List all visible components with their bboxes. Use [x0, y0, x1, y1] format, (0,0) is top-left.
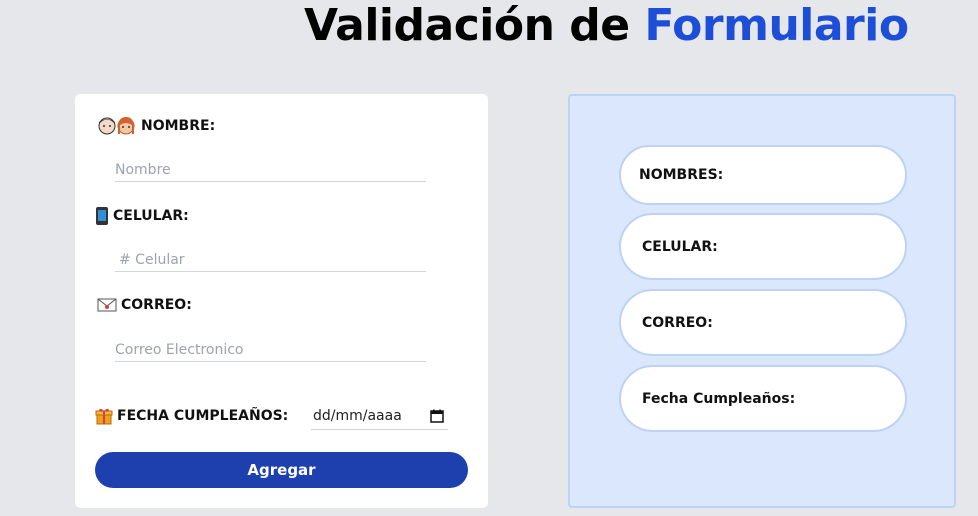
page-title-accent: Formulario [644, 0, 909, 51]
preview-birthday-card: Fecha Cumpleaños: [619, 365, 907, 432]
add-button[interactable]: Agregar [95, 452, 468, 488]
birthday-date-input[interactable]: dd/mm/aaaa [311, 402, 448, 430]
preview-birthday-label: Fecha Cumpleaños: [642, 390, 796, 407]
email-label-text: CORREO: [121, 297, 192, 313]
phone-input[interactable] [115, 248, 426, 272]
calendar-icon[interactable] [430, 409, 444, 427]
preview-panel: NOMBRES: CELULAR: CORREO: Fecha Cumpleañ… [568, 94, 956, 508]
preview-name-card: NOMBRES: [619, 145, 907, 205]
email-input[interactable] [115, 338, 426, 362]
gift-icon [95, 407, 113, 425]
birthday-date-value: dd/mm/aaaa [313, 407, 402, 424]
form-card: NOMBRE: CELULAR: CORREO: [75, 94, 488, 508]
phone-label: CELULAR: [95, 206, 189, 226]
envelope-icon [97, 297, 117, 313]
people-icon [97, 116, 137, 136]
phone-icon [95, 206, 109, 226]
name-label-text: NOMBRE: [141, 118, 216, 134]
preview-email-label: CORREO: [642, 314, 713, 331]
page-title-main: Validación de [304, 0, 630, 51]
phone-label-text: CELULAR: [113, 208, 189, 224]
preview-phone-label: CELULAR: [642, 238, 718, 255]
name-label: NOMBRE: [97, 116, 215, 136]
preview-phone-card: CELULAR: [619, 213, 907, 280]
name-input[interactable] [115, 158, 426, 182]
birthday-label-text: FECHA CUMPLEAÑOS: [117, 408, 289, 424]
email-label: CORREO: [97, 297, 192, 313]
preview-email-card: CORREO: [619, 289, 907, 356]
preview-name-label: NOMBRES: [639, 167, 724, 183]
birthday-label: FECHA CUMPLEAÑOS: [95, 407, 288, 425]
page-title: Validación de Formulario [304, 0, 944, 52]
